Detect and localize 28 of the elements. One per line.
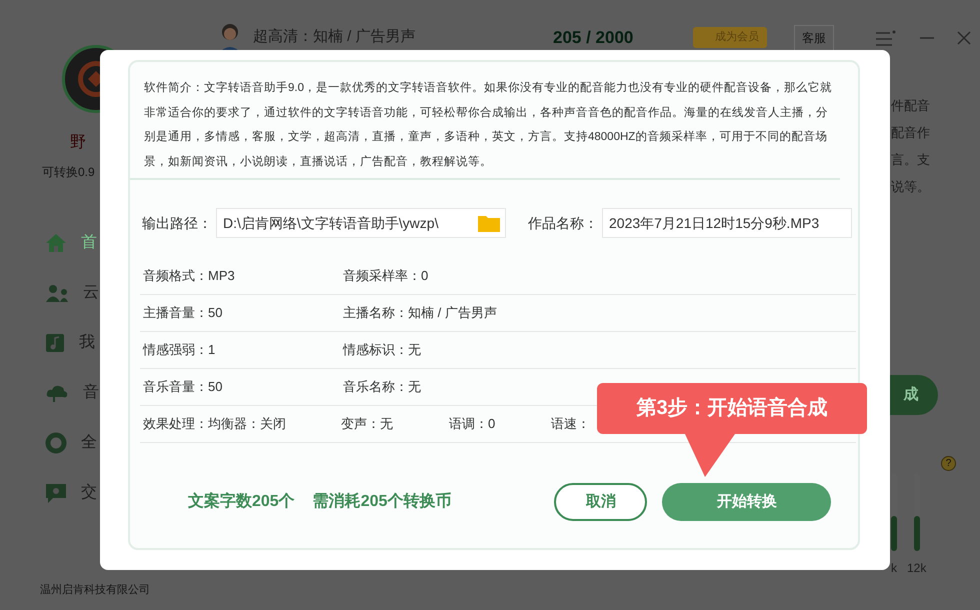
panel-text: 配音作 [891, 124, 931, 142]
info-text: 情感强弱：1 [142, 341, 216, 360]
panel-text: 说等。 [891, 178, 931, 196]
info-text: 变声：无 [340, 415, 394, 434]
summary-text: 文案字数205个 [188, 491, 295, 512]
credit-text: 可转换0.9 [42, 164, 95, 181]
info-text: 语调：0 [448, 415, 496, 434]
slider-label: k [891, 560, 897, 577]
info-text: 音乐音量：50 [142, 378, 224, 396]
company-name: 温州启肯科技有限公司 [40, 582, 150, 598]
info-text: 音频格式：MP3 [142, 267, 236, 286]
field-label: 输出路径： [142, 214, 212, 232]
panel-text: 件配音 [891, 97, 931, 115]
info-text: 主播名称：知楠 / 广告男声 [342, 304, 498, 322]
field-label: 作品名称： [528, 214, 598, 232]
info-text: 语速： [550, 415, 591, 434]
user-name: 野 [70, 133, 86, 153]
voice-name: 超高清：知楠 / 广告男声 [253, 27, 417, 48]
panel-text: 言。支 [891, 151, 931, 169]
info-text: 效果处理：均衡器：关闭 [142, 415, 287, 434]
char-count: 205 / 2000 [553, 26, 634, 49]
info-text: 情感标识：无 [342, 341, 422, 360]
info-text: 主播音量：50 [142, 304, 224, 322]
description-text: 软件简介：文字转语音助手9.0，是一款优秀的文字转语音软件。如果你没有专业的配音能力也没有专业的硬件配音设备，那么它就非常适合你的要求了，通过软件的文字转语音功能，可轻松帮你合成输出，各种声音音色的配音作品。海量的在线发音人主播，分别是通用，多情感，客服，文学，超高清，直播，童声，多语种，英文，方言。支持48000HZ的音频采样率，可用于不同的配音场景，如新闻资讯，小说朗读，直播说话，广告配音，教程解说等。 [130, 62, 840, 180]
info-text: 音频采样率：0 [342, 267, 430, 286]
summary-text: 需消耗205个转换币 [312, 491, 452, 512]
slider-label: 12k [907, 560, 926, 577]
info-text: 音乐名称：无 [342, 378, 422, 396]
